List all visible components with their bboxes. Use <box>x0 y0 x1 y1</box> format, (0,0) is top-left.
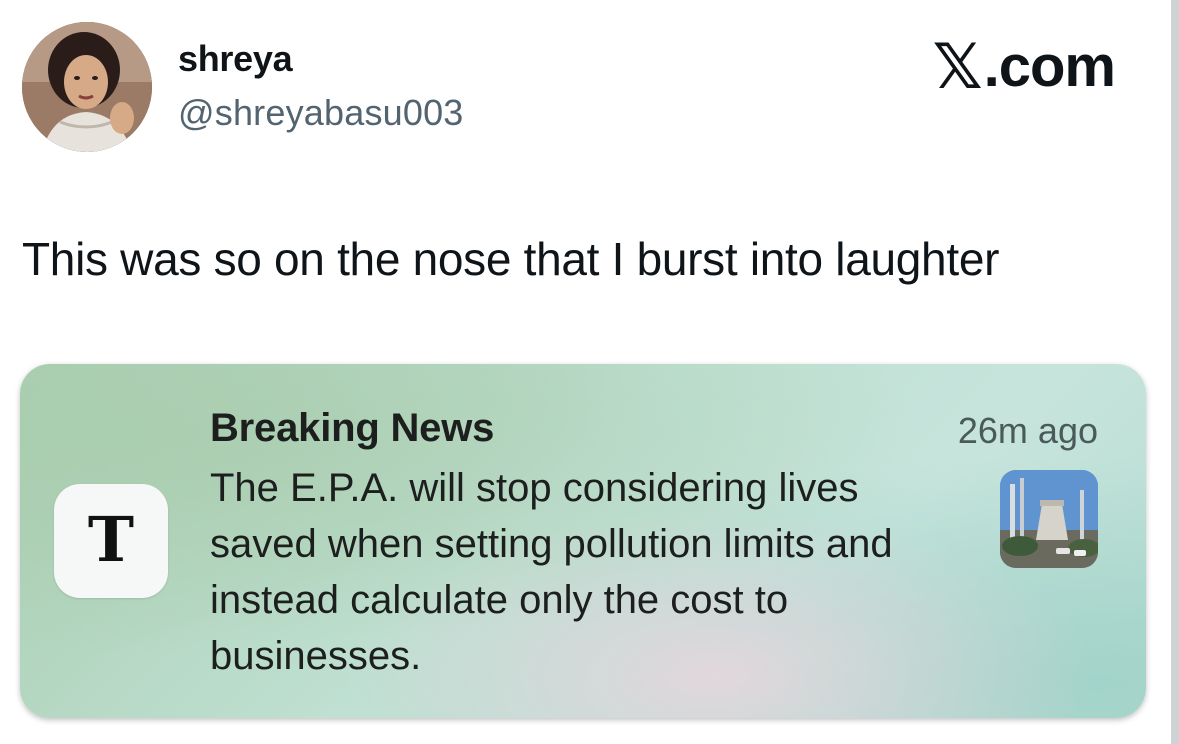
author-display-name[interactable]: shreya <box>178 38 293 80</box>
breaking-news-notification: T Breaking News 26m ago The E.P.A. will … <box>20 364 1146 718</box>
author-handle[interactable]: @shreyabasu003 <box>178 92 464 134</box>
x-logo-icon: 𝕏 <box>932 30 983 103</box>
nyt-app-icon: T <box>54 484 168 598</box>
x-com-watermark: 𝕏 .com <box>932 30 1116 103</box>
author-avatar[interactable] <box>22 22 152 152</box>
avatar-photo <box>22 22 152 152</box>
notification-body: The E.P.A. will stop considering lives s… <box>210 466 893 678</box>
nyt-logo-icon: T <box>87 502 135 576</box>
tweet-text: This was so on the nose that I burst int… <box>22 233 1000 285</box>
power-plant-thumbnail <box>1000 470 1098 568</box>
page-edge-divider <box>1171 0 1179 744</box>
brand-suffix: .com <box>983 34 1116 99</box>
notification-time: 26m ago <box>957 410 1098 451</box>
notification-title: Breaking News <box>210 406 495 450</box>
